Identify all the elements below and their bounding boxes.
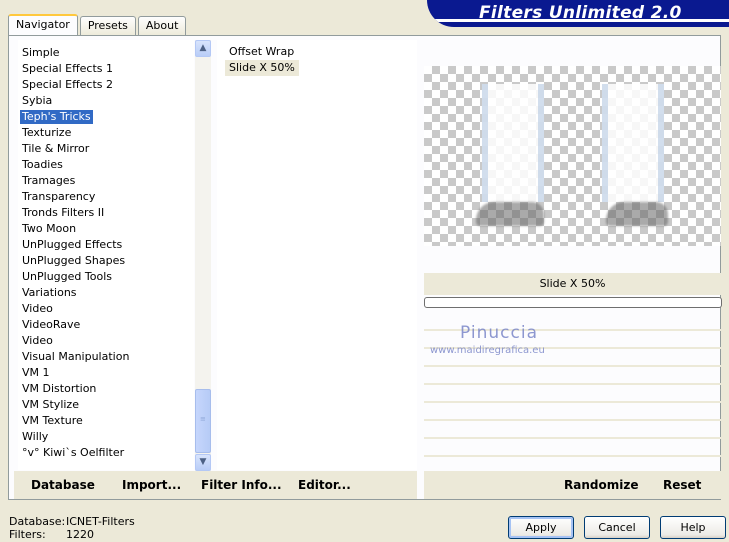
divider	[424, 437, 721, 439]
filter-name-label: Slide X 50%	[424, 273, 721, 295]
status-database: Database: ICNET-Filters	[9, 515, 135, 528]
tab-navigator[interactable]: Navigator	[8, 14, 78, 36]
category-item[interactable]: VM Distortion	[20, 382, 98, 396]
preview-shape-right	[602, 84, 664, 202]
tab-strip: Navigator Presets About	[8, 13, 188, 36]
tab-about[interactable]: About	[137, 16, 187, 36]
filter-item[interactable]: Offset Wrap	[225, 44, 298, 60]
chevron-up-icon: ▲	[199, 43, 207, 53]
category-item[interactable]: Visual Manipulation	[20, 350, 131, 364]
category-scrollbar[interactable]: ▲ ≡ ▼	[195, 40, 211, 471]
tab-presets[interactable]: Presets	[79, 16, 136, 36]
status-database-label: Database:	[9, 515, 66, 528]
help-button[interactable]: Help	[660, 516, 726, 539]
scroll-thumb[interactable]: ≡	[195, 389, 211, 453]
preview-toolbar: Randomize Reset	[424, 471, 721, 499]
reset-button[interactable]: Reset	[663, 478, 701, 492]
filter-list[interactable]: Offset Wrap Slide X 50%	[217, 40, 417, 470]
preview-image	[424, 66, 721, 246]
category-item[interactable]: °v° Kiwi`s Oelfilter	[20, 446, 126, 460]
divider	[424, 401, 721, 403]
category-item[interactable]: Teph's Tricks	[20, 110, 93, 124]
category-item[interactable]: Transparency	[20, 190, 97, 204]
navigator-panel: Simple Special Effects 1 Special Effects 2…	[8, 35, 722, 500]
category-item[interactable]: VideoRave	[20, 318, 82, 332]
category-item[interactable]: UnPlugged Tools	[20, 270, 114, 284]
progress-bar	[424, 297, 722, 308]
category-item[interactable]: Texturize	[20, 126, 73, 140]
preview-shadow-right	[606, 202, 668, 226]
watermark-url: www.maidiregrafica.eu	[430, 345, 545, 356]
filter-info-button[interactable]: Filter Info...	[201, 478, 282, 492]
status-database-value: ICNET-Filters	[66, 515, 135, 528]
category-item[interactable]: Video	[20, 302, 55, 316]
divider	[424, 383, 721, 385]
cancel-button[interactable]: Cancel	[584, 516, 650, 539]
category-item[interactable]: Video	[20, 334, 55, 348]
scroll-down-button[interactable]: ▼	[195, 454, 211, 471]
chevron-down-icon: ▼	[199, 457, 207, 467]
title-banner: Filters Unlimited 2.0	[427, 0, 729, 27]
grip-icon: ≡	[200, 415, 206, 423]
navigator-toolbar: Database Import... Filter Info... Editor…	[14, 471, 417, 499]
category-item[interactable]: VM 1	[20, 366, 52, 380]
status-filters: Filters: 1220	[9, 528, 94, 541]
category-item[interactable]: Simple	[20, 46, 62, 60]
category-item[interactable]: Tramages	[20, 174, 77, 188]
status-filters-label: Filters:	[9, 528, 46, 541]
category-item[interactable]: Sybia	[20, 94, 54, 108]
category-item[interactable]: Special Effects 1	[20, 62, 115, 76]
divider	[424, 455, 721, 457]
category-item[interactable]: Two Moon	[20, 222, 78, 236]
category-item[interactable]: Tronds Filters II	[20, 206, 106, 220]
database-button[interactable]: Database	[31, 478, 95, 492]
category-item[interactable]: Variations	[20, 286, 79, 300]
filter-item[interactable]: Slide X 50%	[225, 60, 299, 76]
scroll-up-button[interactable]: ▲	[195, 40, 211, 57]
category-item[interactable]: UnPlugged Shapes	[20, 254, 127, 268]
category-item[interactable]: Willy	[20, 430, 50, 444]
editor-button[interactable]: Editor...	[298, 478, 351, 492]
divider	[424, 365, 721, 367]
preview-shadow-left	[476, 202, 544, 226]
category-item[interactable]: VM Stylize	[20, 398, 81, 412]
category-list[interactable]: Simple Special Effects 1 Special Effects 2…	[18, 40, 194, 470]
import-button[interactable]: Import...	[122, 478, 181, 492]
preview-shape-left	[482, 84, 544, 202]
apply-button[interactable]: Apply	[508, 516, 574, 539]
divider	[424, 419, 721, 421]
category-item[interactable]: Special Effects 2	[20, 78, 115, 92]
watermark-name: Pinuccia	[460, 323, 538, 343]
randomize-button[interactable]: Randomize	[564, 478, 638, 492]
category-item[interactable]: UnPlugged Effects	[20, 238, 124, 252]
category-item[interactable]: Toadies	[20, 158, 65, 172]
category-item[interactable]: VM Texture	[20, 414, 85, 428]
status-filters-value: 1220	[66, 528, 94, 541]
app-title: Filters Unlimited 2.0	[479, 3, 682, 23]
category-item[interactable]: Tile & Mirror	[20, 142, 91, 156]
